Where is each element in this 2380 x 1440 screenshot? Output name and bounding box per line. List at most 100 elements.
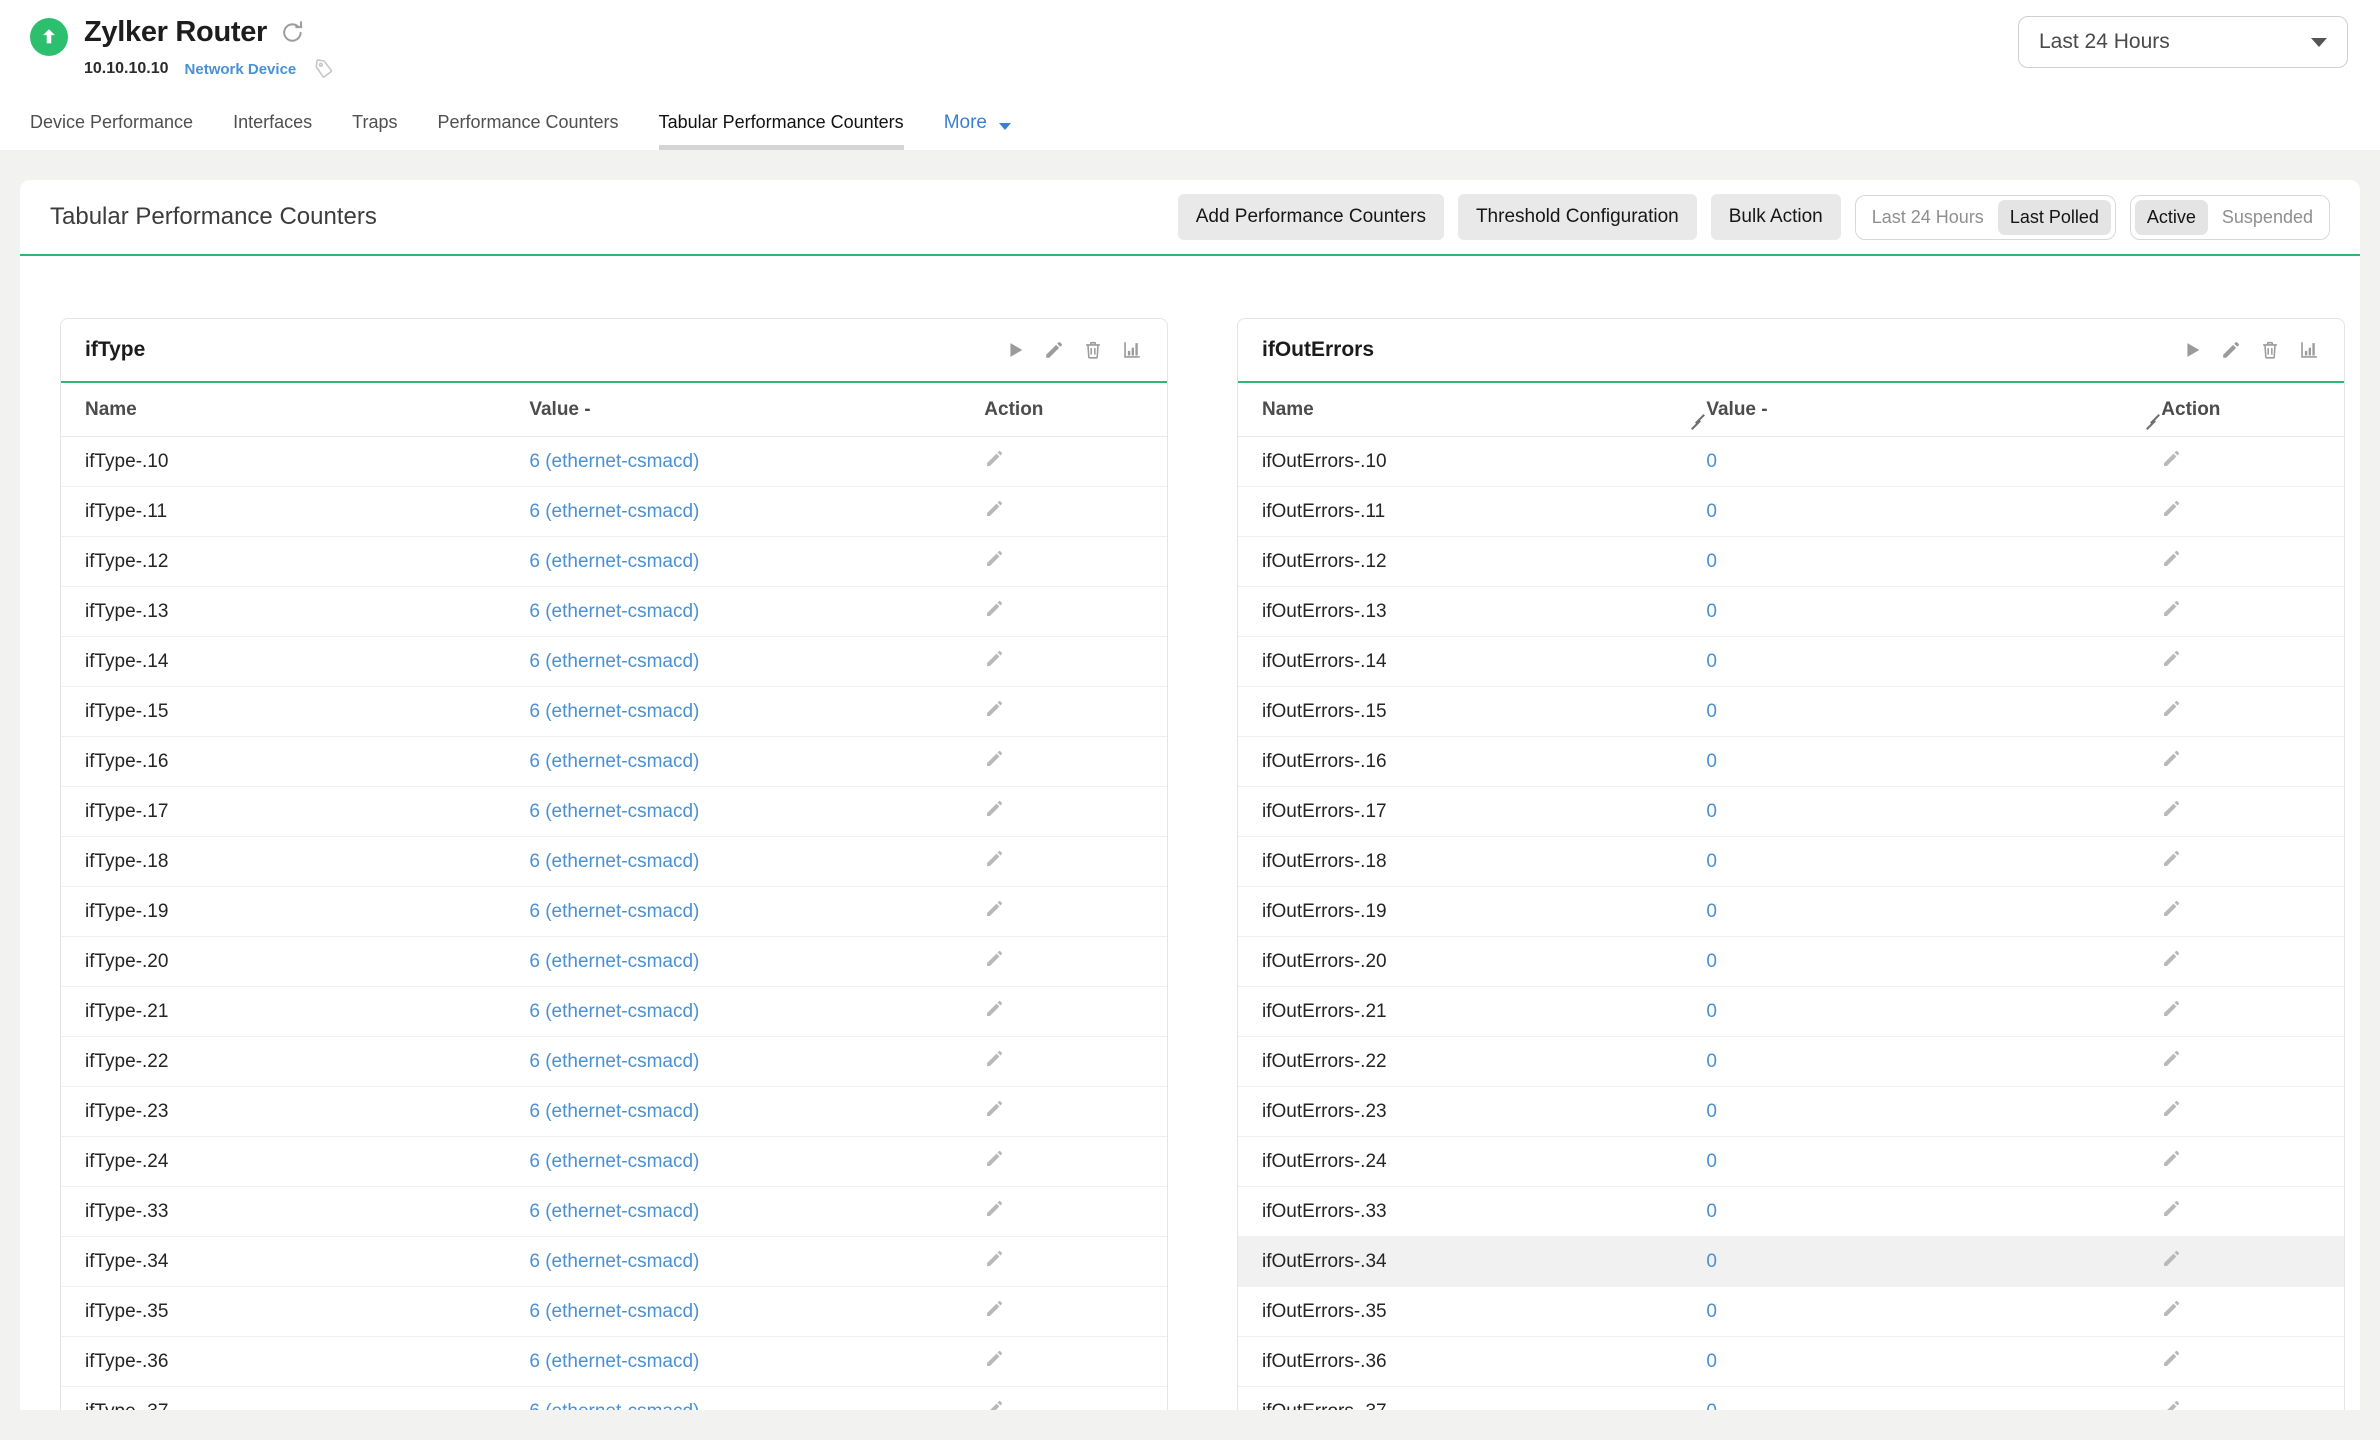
edit-icon[interactable] (1043, 339, 1065, 361)
counter-value-link[interactable]: 6 (ethernet-csmacd) (529, 1101, 699, 1122)
counter-value-link[interactable]: 6 (ethernet-csmacd) (529, 1051, 699, 1072)
counter-value-link[interactable]: 6 (ethernet-csmacd) (529, 1301, 699, 1322)
edit-row-icon[interactable] (984, 498, 1005, 519)
threshold-configuration-button[interactable]: Threshold Configuration (1458, 194, 1697, 240)
counter-value-link[interactable]: 0 (1706, 1251, 1717, 1272)
counter-value-link[interactable]: 6 (ethernet-csmacd) (529, 551, 699, 572)
counter-value-link[interactable]: 0 (1706, 1001, 1717, 1022)
edit-row-icon[interactable] (2161, 698, 2182, 719)
edit-row-icon[interactable] (984, 1098, 1005, 1119)
counter-value-link[interactable]: 0 (1706, 1401, 1717, 1411)
counter-value-link[interactable]: 0 (1706, 1101, 1717, 1122)
counter-value-link[interactable]: 0 (1706, 451, 1717, 472)
tab-performance-counters[interactable]: Performance Counters (437, 112, 618, 150)
edit-row-icon[interactable] (2161, 1048, 2182, 1069)
counter-value-link[interactable]: 6 (ethernet-csmacd) (529, 901, 699, 922)
tab-device-performance[interactable]: Device Performance (30, 112, 193, 150)
counter-value-link[interactable]: 6 (ethernet-csmacd) (529, 1251, 699, 1272)
counter-value-link[interactable]: 0 (1706, 901, 1717, 922)
edit-row-icon[interactable] (984, 1198, 1005, 1219)
tag-icon[interactable] (311, 55, 338, 82)
counter-value-link[interactable]: 6 (ethernet-csmacd) (529, 651, 699, 672)
add-performance-counters-button[interactable]: Add Performance Counters (1178, 194, 1444, 240)
counter-value-link[interactable]: 0 (1706, 551, 1717, 572)
counter-value-link[interactable]: 0 (1706, 1301, 1717, 1322)
play-icon[interactable] (1004, 339, 1026, 361)
edit-row-icon[interactable] (2161, 1098, 2182, 1119)
tab-more[interactable]: More (944, 112, 1012, 150)
edit-row-icon[interactable] (2161, 1348, 2182, 1369)
counter-value-link[interactable]: 6 (ethernet-csmacd) (529, 751, 699, 772)
tab-interfaces[interactable]: Interfaces (233, 112, 312, 150)
edit-row-icon[interactable] (984, 848, 1005, 869)
toggle-option-active[interactable]: Active (2135, 200, 2208, 235)
edit-row-icon[interactable] (984, 898, 1005, 919)
edit-row-icon[interactable] (2161, 1398, 2182, 1410)
counter-value-link[interactable]: 0 (1706, 1051, 1717, 1072)
edit-row-icon[interactable] (984, 998, 1005, 1019)
edit-row-icon[interactable] (984, 548, 1005, 569)
counter-value-link[interactable]: 6 (ethernet-csmacd) (529, 1351, 699, 1372)
device-category-link[interactable]: Network Device (185, 61, 297, 78)
resize-handle-icon[interactable] (2147, 413, 2161, 429)
bulk-action-button[interactable]: Bulk Action (1711, 194, 1841, 240)
counter-value-link[interactable]: 0 (1706, 501, 1717, 522)
edit-row-icon[interactable] (2161, 848, 2182, 869)
edit-row-icon[interactable] (984, 1148, 1005, 1169)
resize-handle-icon[interactable] (1692, 413, 1706, 429)
delete-icon[interactable] (2259, 339, 2281, 361)
edit-row-icon[interactable] (984, 1348, 1005, 1369)
counter-value-link[interactable]: 6 (ethernet-csmacd) (529, 801, 699, 822)
edit-row-icon[interactable] (984, 1298, 1005, 1319)
counter-value-link[interactable]: 6 (ethernet-csmacd) (529, 1401, 699, 1411)
refresh-icon[interactable] (279, 19, 306, 46)
counter-value-link[interactable]: 6 (ethernet-csmacd) (529, 1001, 699, 1022)
counter-value-link[interactable]: 6 (ethernet-csmacd) (529, 1201, 699, 1222)
edit-row-icon[interactable] (2161, 648, 2182, 669)
edit-row-icon[interactable] (2161, 1248, 2182, 1269)
edit-row-icon[interactable] (2161, 1198, 2182, 1219)
edit-row-icon[interactable] (2161, 798, 2182, 819)
delete-icon[interactable] (1082, 339, 1104, 361)
counter-value-link[interactable]: 0 (1706, 751, 1717, 772)
counter-value-link[interactable]: 6 (ethernet-csmacd) (529, 701, 699, 722)
edit-row-icon[interactable] (984, 1398, 1005, 1410)
counter-value-link[interactable]: 6 (ethernet-csmacd) (529, 851, 699, 872)
chart-icon[interactable] (1121, 339, 1143, 361)
edit-row-icon[interactable] (2161, 548, 2182, 569)
counter-value-link[interactable]: 6 (ethernet-csmacd) (529, 601, 699, 622)
counter-value-link[interactable]: 6 (ethernet-csmacd) (529, 1151, 699, 1172)
time-range-select[interactable]: Last 24 Hours (2018, 16, 2348, 68)
edit-row-icon[interactable] (984, 798, 1005, 819)
tab-tabular-performance-counters[interactable]: Tabular Performance Counters (659, 112, 904, 150)
edit-row-icon[interactable] (2161, 748, 2182, 769)
edit-row-icon[interactable] (2161, 498, 2182, 519)
edit-row-icon[interactable] (2161, 1148, 2182, 1169)
edit-row-icon[interactable] (2161, 598, 2182, 619)
counter-value-link[interactable]: 0 (1706, 701, 1717, 722)
counter-value-link[interactable]: 6 (ethernet-csmacd) (529, 451, 699, 472)
edit-row-icon[interactable] (2161, 948, 2182, 969)
edit-row-icon[interactable] (2161, 1298, 2182, 1319)
edit-row-icon[interactable] (984, 648, 1005, 669)
edit-row-icon[interactable] (984, 1248, 1005, 1269)
edit-row-icon[interactable] (984, 1048, 1005, 1069)
edit-icon[interactable] (2220, 339, 2242, 361)
counter-value-link[interactable]: 6 (ethernet-csmacd) (529, 951, 699, 972)
toggle-option-suspended[interactable]: Suspended (2210, 200, 2325, 235)
counter-value-link[interactable]: 0 (1706, 951, 1717, 972)
counter-value-link[interactable]: 0 (1706, 851, 1717, 872)
toggle-option-last-24-hours[interactable]: Last 24 Hours (1860, 200, 1996, 235)
counter-value-link[interactable]: 0 (1706, 1151, 1717, 1172)
toggle-option-last-polled[interactable]: Last Polled (1998, 200, 2111, 235)
edit-row-icon[interactable] (2161, 898, 2182, 919)
edit-row-icon[interactable] (2161, 448, 2182, 469)
counter-value-link[interactable]: 0 (1706, 601, 1717, 622)
chart-icon[interactable] (2298, 339, 2320, 361)
edit-row-icon[interactable] (984, 698, 1005, 719)
play-icon[interactable] (2181, 339, 2203, 361)
counter-value-link[interactable]: 6 (ethernet-csmacd) (529, 501, 699, 522)
tab-traps[interactable]: Traps (352, 112, 397, 150)
edit-row-icon[interactable] (984, 448, 1005, 469)
counter-value-link[interactable]: 0 (1706, 801, 1717, 822)
